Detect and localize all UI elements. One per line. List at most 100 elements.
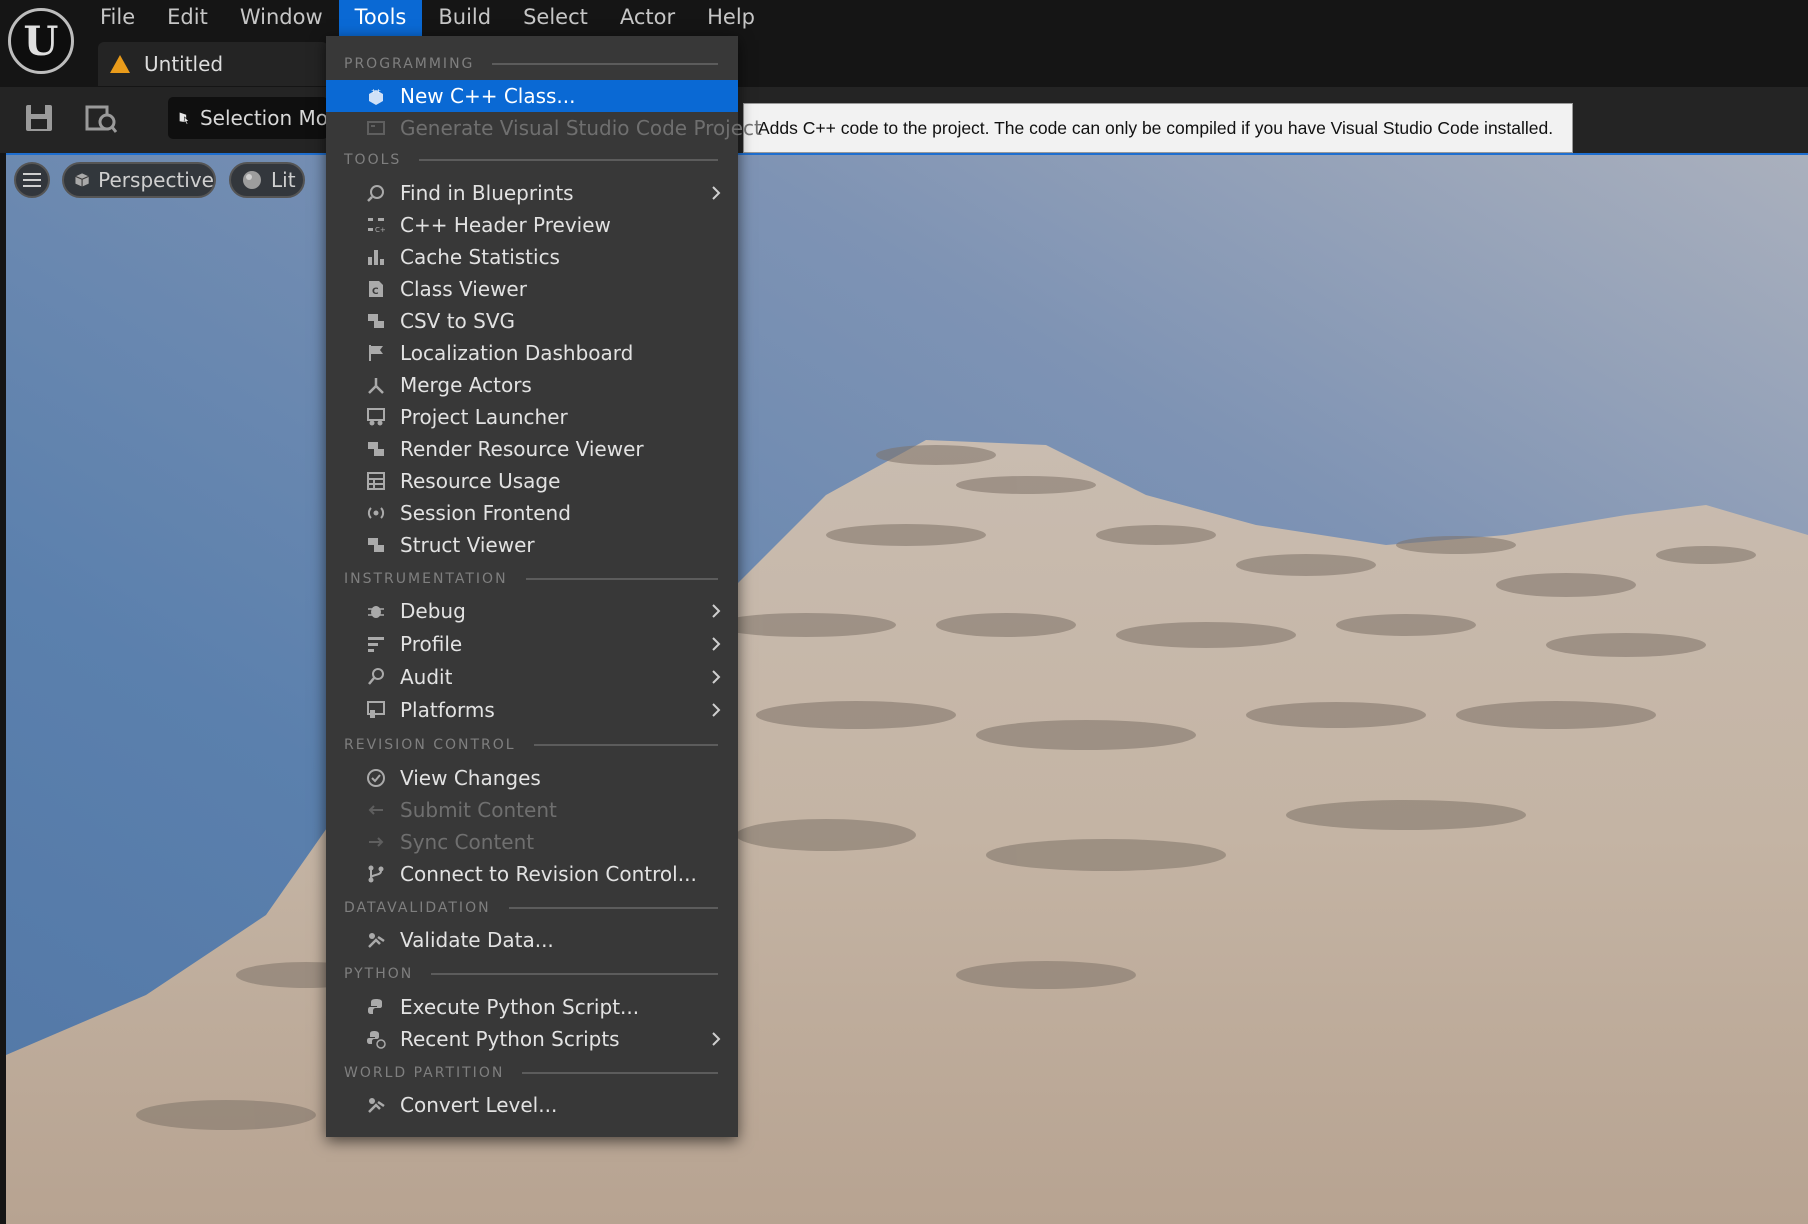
menu-item-struct-viewer[interactable]: Struct Viewer (326, 529, 738, 561)
chevron-right-icon (712, 604, 721, 618)
menu-help[interactable]: Help (691, 0, 771, 36)
menubar: U File Edit Window Tools Build Select Ac… (0, 0, 1808, 87)
selection-mode-icon (179, 112, 190, 125)
svg-text:C++: C++ (375, 226, 386, 234)
perspective-button[interactable]: Perspective (62, 162, 216, 198)
menu-item-label: Generate Visual Studio Code Project (400, 116, 762, 140)
section-label: INSTRUMENTATION (344, 571, 508, 587)
menu-item-merge-actors[interactable]: Merge Actors (326, 369, 738, 401)
menu-file[interactable]: File (84, 0, 151, 36)
menu-item-cache-statistics[interactable]: Cache Statistics (326, 241, 738, 273)
chevron-right-icon (712, 703, 721, 717)
platforms-icon (367, 701, 385, 718)
menu-item-project-launcher[interactable]: Project Launcher (326, 401, 738, 433)
python-icon (368, 999, 382, 1014)
chevron-right-icon (712, 637, 721, 651)
svg-text:++: ++ (371, 88, 381, 95)
section-label: REVISION CONTROL (344, 737, 516, 753)
svg-text:C: C (372, 287, 379, 297)
menu-build[interactable]: Build (422, 0, 507, 36)
perspective-label: Perspective (98, 168, 214, 192)
menu-item-audit[interactable]: Audit (326, 661, 738, 693)
menu-item-platforms[interactable]: Platforms (326, 694, 738, 726)
section-tools: TOOLS (344, 150, 718, 170)
browse-content-icon[interactable] (84, 101, 118, 135)
menu-item-localization-dashboard[interactable]: Localization Dashboard (326, 337, 738, 369)
tooltip: Adds C++ code to the project. The code c… (743, 103, 1573, 153)
bar-chart-icon (368, 250, 384, 265)
menu-item-profile[interactable]: Profile (326, 628, 738, 660)
save-icon[interactable] (22, 101, 56, 135)
terrain-landscape (6, 155, 1808, 1224)
menu-item-sync-content[interactable]: Sync Content (326, 826, 738, 858)
menu-item-submit-content[interactable]: Submit Content (326, 794, 738, 826)
menu-item-label: Render Resource Viewer (400, 437, 644, 461)
section-label: PYTHON (344, 966, 414, 982)
launcher-icon (367, 408, 385, 426)
menu-item-label: CSV to SVG (400, 309, 516, 333)
table-icon (367, 472, 385, 490)
convert-level-icon (368, 1098, 385, 1113)
menu-item-csv-to-svg[interactable]: CSV to SVG (326, 305, 738, 337)
menu-tools[interactable]: Tools (338, 0, 423, 36)
chevron-right-icon (712, 670, 721, 684)
menu-item-session-frontend[interactable]: Session Frontend (326, 497, 738, 529)
wrench-icon (368, 933, 385, 948)
section-label: WORLD PARTITION (344, 1065, 505, 1081)
menu-item-view-changes[interactable]: View Changes (326, 762, 738, 794)
menu-item-label: New C++ Class... (400, 84, 576, 108)
menu-item-label: View Changes (400, 766, 541, 790)
level-viewport[interactable] (6, 155, 1808, 1224)
menu-actor[interactable]: Actor (604, 0, 691, 36)
menu-item-label: Struct Viewer (400, 533, 535, 557)
arrow-left-icon (368, 805, 383, 815)
section-datavalidation: DATAVALIDATION (344, 898, 718, 918)
menu-item-label: Project Launcher (400, 405, 568, 429)
menu-item-label: Session Frontend (400, 501, 571, 525)
menu-item-label: Cache Statistics (400, 245, 560, 269)
menu-item-render-resource-viewer[interactable]: Render Resource Viewer (326, 433, 738, 465)
menu-item-cpp-header-preview[interactable]: C++ C++ Header Preview (326, 209, 738, 241)
menu-item-label: Profile (400, 632, 463, 656)
bug-icon (368, 606, 384, 618)
section-world-partition: WORLD PARTITION (344, 1063, 718, 1083)
cube-icon (75, 173, 89, 187)
arrow-right-icon (369, 837, 384, 847)
menu-item-find-in-blueprints[interactable]: Find in Blueprints (326, 177, 738, 209)
profile-icon (368, 637, 384, 652)
section-revision-control: REVISION CONTROL (344, 735, 718, 755)
selection-mode-label: Selection Mo (199, 106, 328, 130)
selection-mode-button[interactable]: Selection Mo (168, 97, 328, 139)
menu-item-label: Audit (400, 665, 453, 689)
menu-item-generate-vscode-project[interactable]: Generate Visual Studio Code Project (326, 112, 762, 144)
menu-item-execute-python-script[interactable]: Execute Python Script... (326, 991, 738, 1023)
menu-edit[interactable]: Edit (151, 0, 224, 36)
menu-window[interactable]: Window (224, 0, 339, 36)
find-blueprints-icon (367, 185, 384, 202)
menu-item-label: Execute Python Script... (400, 995, 640, 1019)
menu-item-debug[interactable]: Debug (326, 595, 738, 627)
menu-item-label: Connect to Revision Control... (400, 862, 697, 886)
menu-select[interactable]: Select (507, 0, 604, 36)
menu-item-recent-python-scripts[interactable]: Recent Python Scripts (326, 1023, 738, 1055)
menu-item-validate-data[interactable]: Validate Data... (326, 924, 738, 956)
check-circle-icon (367, 769, 385, 787)
menu-item-class-viewer[interactable]: C Class Viewer (326, 273, 738, 305)
document-tab[interactable]: Untitled (98, 42, 328, 86)
tools-menu: PROGRAMMING ++ New C++ Class... Generate… (326, 36, 762, 1137)
render-resource-icon (368, 442, 384, 456)
vscode-project-icon (367, 121, 385, 135)
section-label: PROGRAMMING (344, 56, 475, 72)
menu-item-connect-revision-control[interactable]: Connect to Revision Control... (326, 858, 738, 890)
header-preview-icon: C++ (368, 218, 386, 234)
hamburger-menu-icon (23, 173, 41, 187)
menu-item-label: Find in Blueprints (400, 181, 574, 205)
section-programming: PROGRAMMING (344, 54, 718, 74)
menu-item-new-cpp-class[interactable]: ++ New C++ Class... (326, 80, 738, 112)
menu-item-resource-usage[interactable]: Resource Usage (326, 465, 738, 497)
menu-item-label: Recent Python Scripts (400, 1027, 620, 1051)
viewport-options-button[interactable] (14, 162, 50, 198)
menu-item-convert-level[interactable]: Convert Level... (326, 1089, 738, 1121)
lit-view-mode-button[interactable]: Lit (229, 162, 305, 198)
unreal-logo-icon[interactable]: U (8, 8, 74, 74)
